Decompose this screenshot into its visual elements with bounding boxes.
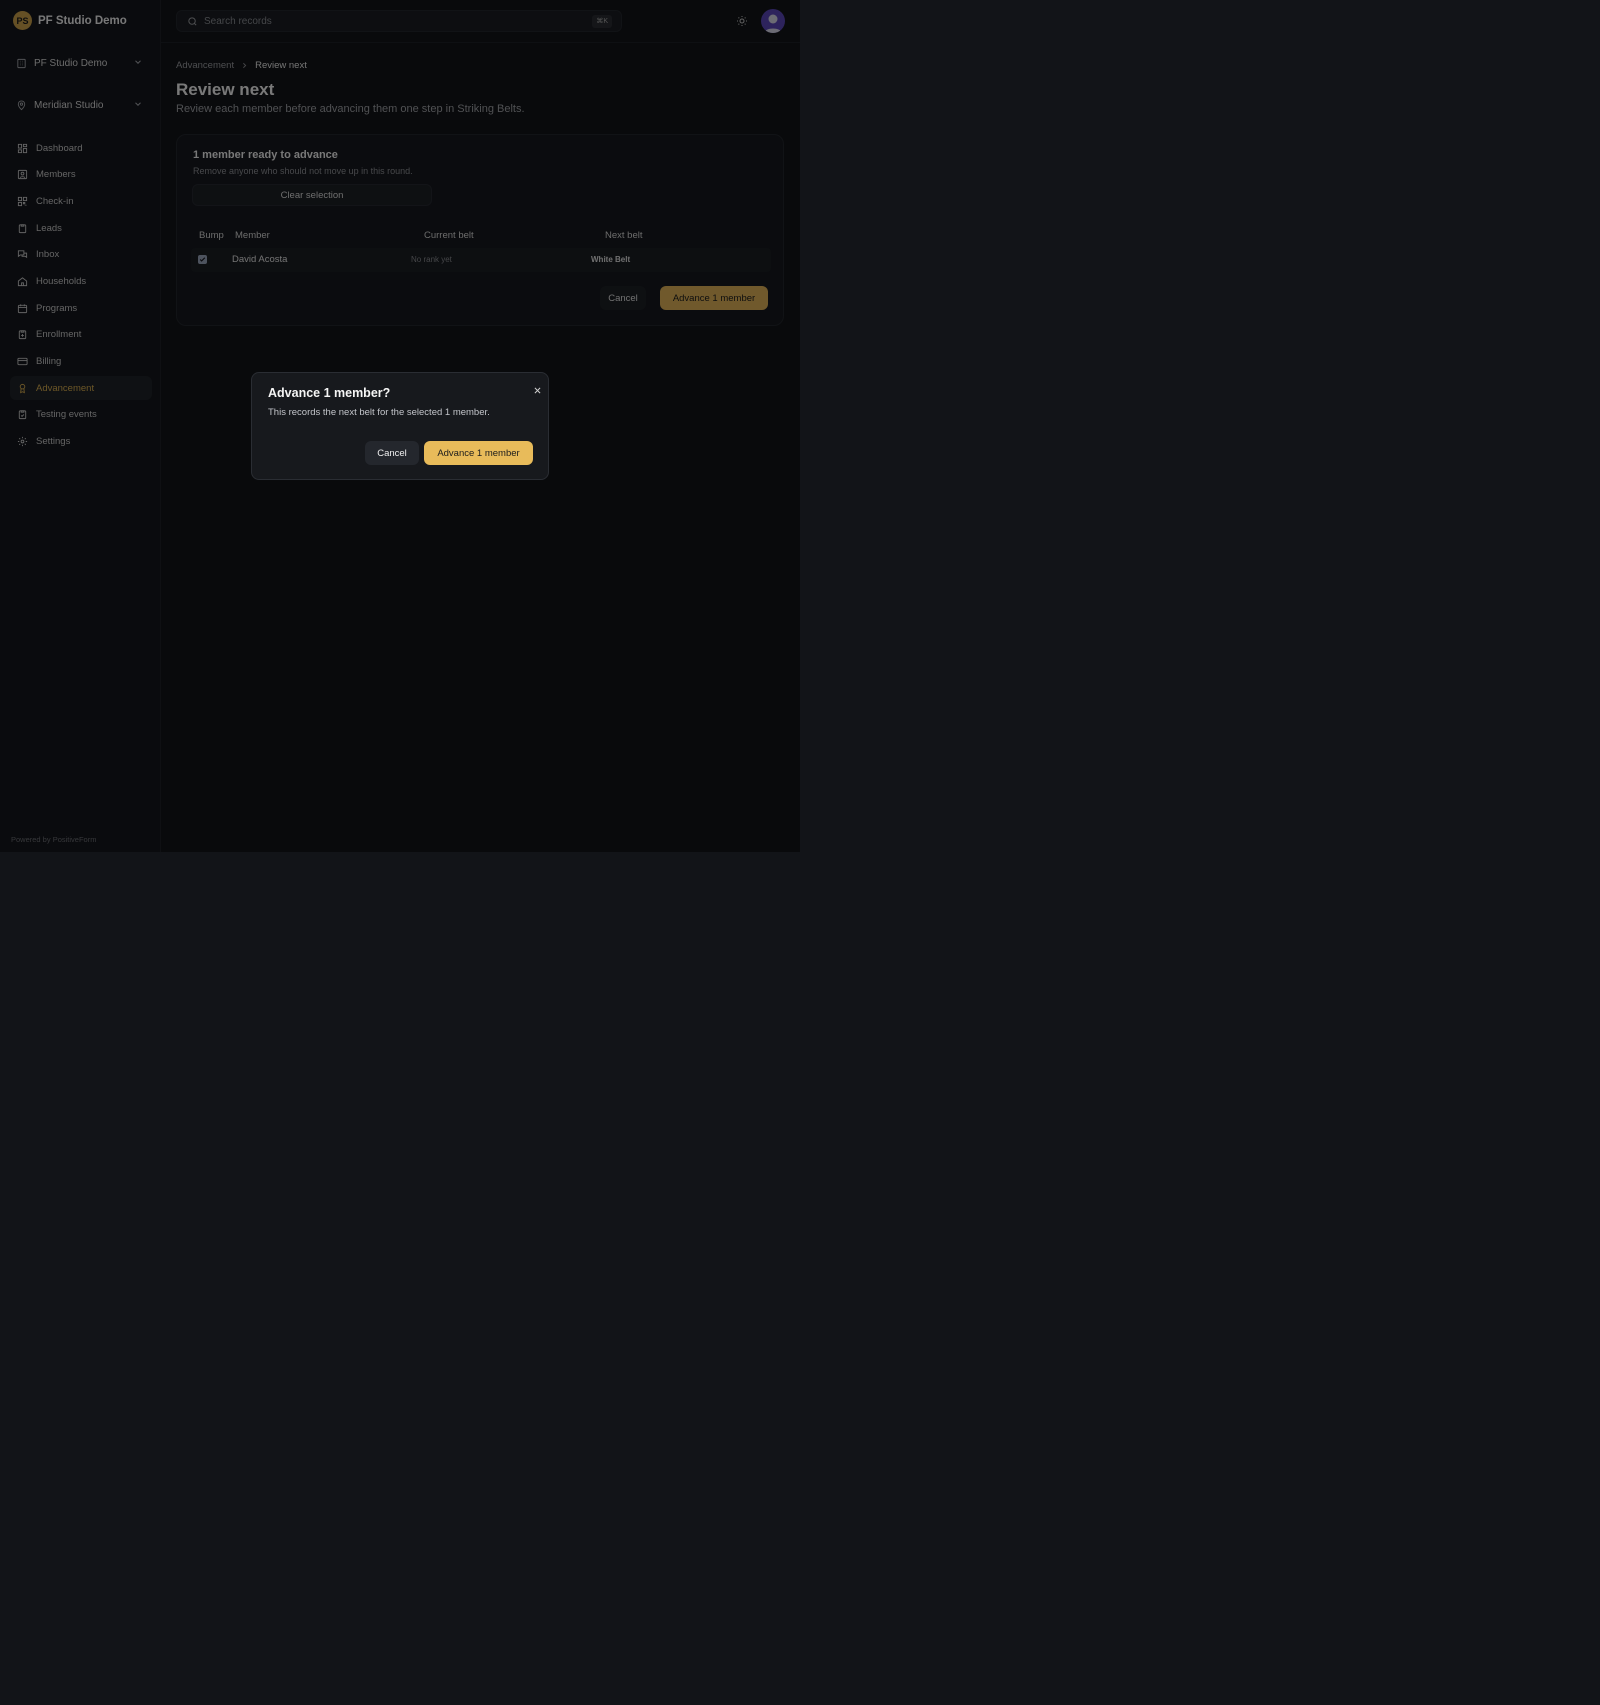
dialog-cancel-button[interactable]: Cancel bbox=[365, 441, 419, 465]
dialog-description: This records the next belt for the selec… bbox=[268, 407, 490, 418]
dialog-confirm-button[interactable]: Advance 1 member bbox=[424, 441, 533, 465]
close-icon bbox=[534, 387, 540, 393]
confirm-advance-dialog: Advance 1 member? This records the next … bbox=[251, 372, 549, 480]
dialog-close-button[interactable] bbox=[531, 384, 543, 396]
app-window: PS PF Studio Demo PF Studio Demo Meridia… bbox=[0, 0, 800, 852]
dialog-title: Advance 1 member? bbox=[268, 386, 391, 400]
